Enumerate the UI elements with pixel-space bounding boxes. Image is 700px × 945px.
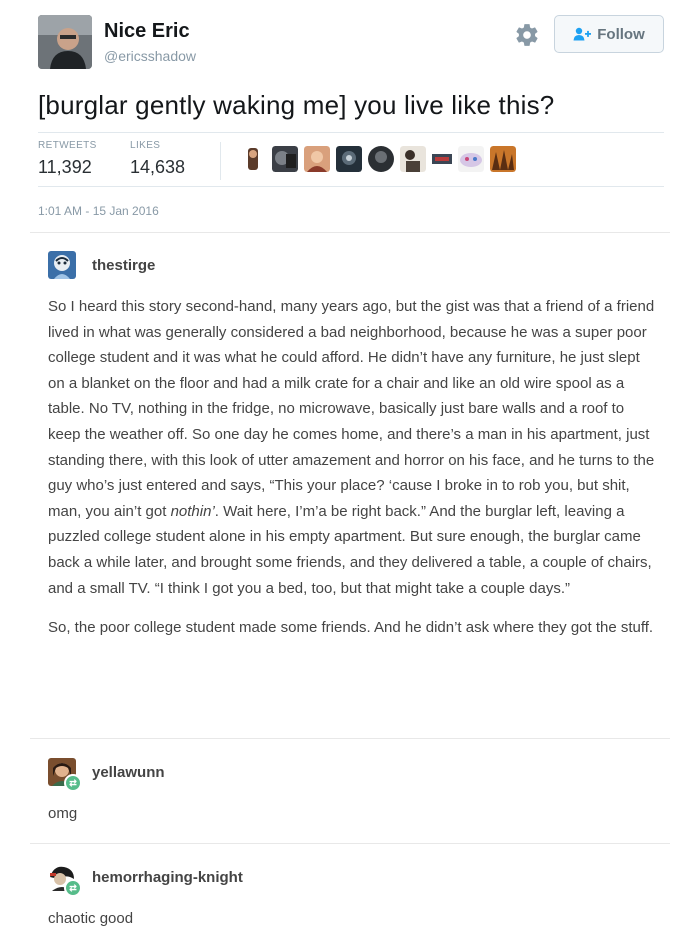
likes-label: LIKES: [130, 140, 161, 151]
avatar[interactable]: [38, 15, 92, 69]
liker-avatar[interactable]: [458, 146, 484, 172]
post-body: omg: [48, 801, 658, 827]
reblog-post: thestirge So I heard this story second-h…: [48, 250, 658, 641]
liker-avatar[interactable]: [240, 146, 266, 172]
display-name[interactable]: Nice Eric: [104, 20, 190, 43]
post-paragraph: chaotic good: [48, 910, 134, 927]
divider: [38, 186, 664, 187]
user-photo-icon: [38, 15, 92, 69]
reblog-icon: ⇄: [64, 774, 82, 792]
post-emphasis: nothin’: [170, 502, 215, 520]
post-paragraph: So I heard this story second-hand, many …: [48, 294, 658, 601]
liker-avatar[interactable]: [304, 146, 330, 172]
liker-avatar[interactable]: [368, 146, 394, 172]
divider: [30, 843, 670, 844]
likes-count: 14,638: [130, 157, 186, 177]
divider: [220, 142, 221, 180]
post-paragraph: So, the poor college student made some f…: [48, 619, 654, 637]
liker-avatar[interactable]: [400, 146, 426, 172]
post-text: So I heard this story second-hand, many …: [48, 298, 655, 520]
liker-avatar[interactable]: [272, 146, 298, 172]
tweet-text: [burglar gently waking me] you live like…: [38, 90, 555, 120]
liker-avatar[interactable]: [432, 149, 452, 169]
post-username[interactable]: hemorrhaging-knight: [92, 869, 243, 886]
divider: [30, 232, 670, 233]
reblog-post: ⇄ hemorrhaging-knight chaotic good: [48, 862, 658, 932]
divider: [30, 738, 670, 739]
reblog-post: ⇄ yellawunn omg: [48, 757, 658, 827]
liker-avatars: [240, 146, 516, 172]
add-user-icon: [573, 27, 592, 41]
post-header: ⇄ yellawunn: [48, 757, 658, 792]
post-paragraph: omg: [48, 805, 78, 822]
retweets-label: RETWEETS: [38, 140, 97, 151]
follow-button[interactable]: Follow: [554, 15, 664, 53]
avatar[interactable]: ⇄: [48, 863, 82, 897]
reblog-icon: ⇄: [64, 879, 82, 897]
post-body: chaotic good: [48, 906, 658, 932]
liker-avatar[interactable]: [336, 146, 362, 172]
tweet-timestamp[interactable]: 1:01 AM - 15 Jan 2016: [38, 204, 159, 218]
divider: [38, 132, 664, 133]
likes-stat[interactable]: LIKES 14,638: [130, 140, 185, 178]
post-username[interactable]: yellawunn: [92, 764, 165, 781]
retweets-count: 11,392: [38, 157, 92, 177]
screen-name[interactable]: @ericsshadow: [104, 48, 196, 64]
post-header: thestirge: [48, 250, 658, 280]
post-header: ⇄ hemorrhaging-knight: [48, 862, 658, 897]
post-username[interactable]: thestirge: [92, 257, 155, 274]
follow-label: Follow: [597, 25, 645, 43]
user-avatar-icon: [48, 251, 76, 279]
gear-icon[interactable]: [514, 22, 540, 48]
avatar[interactable]: ⇄: [48, 758, 82, 792]
avatar[interactable]: [48, 251, 76, 279]
post-body: So I heard this story second-hand, many …: [48, 294, 658, 641]
retweet-stat[interactable]: RETWEETS 11,392: [38, 140, 97, 178]
liker-avatar[interactable]: [490, 146, 516, 172]
